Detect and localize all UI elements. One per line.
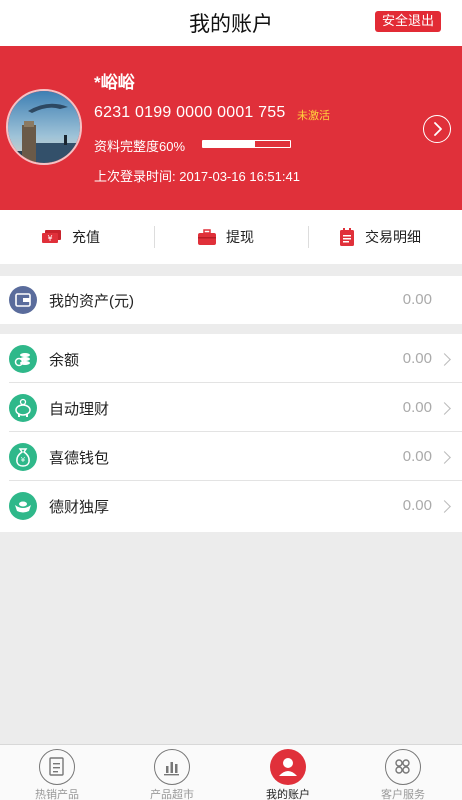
list-item-value: 0.00 xyxy=(402,497,432,514)
hot-products-icon xyxy=(39,749,75,785)
list-item-label: 喜德钱包 xyxy=(49,450,110,467)
logout-button[interactable]: 安全退出 xyxy=(374,11,441,32)
money-bag-icon: ¥ xyxy=(9,443,37,471)
card-number: 6231 0199 0000 0001 755 xyxy=(94,104,286,121)
chevron-right-circle-icon[interactable] xyxy=(423,115,451,143)
tab-hot-products[interactable]: 热销产品 xyxy=(7,745,107,800)
completeness-progress-fill xyxy=(203,141,256,147)
piggy-bank-icon xyxy=(9,394,37,422)
chevron-right-icon xyxy=(438,451,451,464)
divider xyxy=(154,226,155,248)
chevron-right-icon xyxy=(438,353,451,366)
divider xyxy=(308,226,309,248)
cash-icon: ¥ xyxy=(42,230,61,243)
tab-label: 我的账户 xyxy=(266,789,310,800)
list-item[interactable]: 余额 0.00 xyxy=(0,334,462,383)
list-item-label: 余额 xyxy=(49,352,80,369)
briefcase-icon xyxy=(198,229,216,245)
tab-customer-service[interactable]: 客户服务 xyxy=(353,745,453,800)
list-item[interactable]: ¥ 喜德钱包 0.00 xyxy=(0,432,462,481)
list-item-value: 0.00 xyxy=(402,350,432,367)
last-login-time: 上次登录时间: 2017-03-16 16:51:41 xyxy=(94,169,300,184)
nav-bar: 我的账户 安全退出 xyxy=(0,0,462,46)
tab-label: 热销产品 xyxy=(35,789,79,800)
svg-text:¥: ¥ xyxy=(47,234,52,243)
tab-label: 产品超市 xyxy=(150,789,194,800)
chevron-right-icon xyxy=(438,500,451,513)
coins-icon xyxy=(9,345,37,373)
my-assets-value: 0.00 xyxy=(402,291,432,308)
bottom-tab-bar: 热销产品 产品超市 我的账户 客户服务 xyxy=(0,744,462,800)
avatar[interactable] xyxy=(6,89,82,165)
account-list: 余额 0.00 自动理财 0.00 ¥ 喜德钱包 0.00 德财独厚 0.00 xyxy=(0,334,462,532)
bar-chart-icon xyxy=(154,749,190,785)
tab-my-account[interactable]: 我的账户 xyxy=(238,745,338,800)
tab-label: 客户服务 xyxy=(381,789,425,800)
recharge-label: 充值 xyxy=(72,229,100,245)
service-icon xyxy=(385,749,421,785)
completeness-label: 资料完整度60% xyxy=(94,139,186,154)
card-status-badge[interactable]: 未激活 xyxy=(297,107,330,123)
quick-actions: ¥ 充值 提现 交易明细 xyxy=(0,210,462,264)
tab-product-market[interactable]: 产品超市 xyxy=(122,745,222,800)
username: *峪峪 xyxy=(94,73,135,92)
wallet-icon xyxy=(9,286,37,314)
completeness-progress-bar xyxy=(202,140,291,148)
list-item[interactable]: 德财独厚 0.00 xyxy=(0,481,462,530)
svg-text:¥: ¥ xyxy=(21,456,26,464)
list-item-label: 自动理财 xyxy=(49,401,110,418)
list-item-value: 0.00 xyxy=(402,399,432,416)
my-assets-row[interactable]: 我的资产(元) 0.00 xyxy=(0,276,462,324)
receipt-icon xyxy=(340,228,354,246)
ingot-icon xyxy=(9,492,37,520)
transaction-details-label: 交易明细 xyxy=(365,229,421,245)
list-item[interactable]: 自动理财 0.00 xyxy=(0,383,462,432)
transaction-details-button[interactable]: 交易明细 xyxy=(339,210,421,264)
user-icon xyxy=(270,749,306,785)
my-assets-label: 我的资产(元) xyxy=(49,293,134,310)
profile-banner[interactable]: *峪峪 6231 0199 0000 0001 755 未激活 资料完整度60%… xyxy=(0,46,462,210)
list-item-value: 0.00 xyxy=(402,448,432,465)
withdraw-label: 提现 xyxy=(226,229,254,245)
chevron-right-icon xyxy=(438,402,451,415)
recharge-button[interactable]: ¥ 充值 xyxy=(42,210,100,264)
withdraw-button[interactable]: 提现 xyxy=(198,210,254,264)
list-item-label: 德财独厚 xyxy=(49,499,110,516)
